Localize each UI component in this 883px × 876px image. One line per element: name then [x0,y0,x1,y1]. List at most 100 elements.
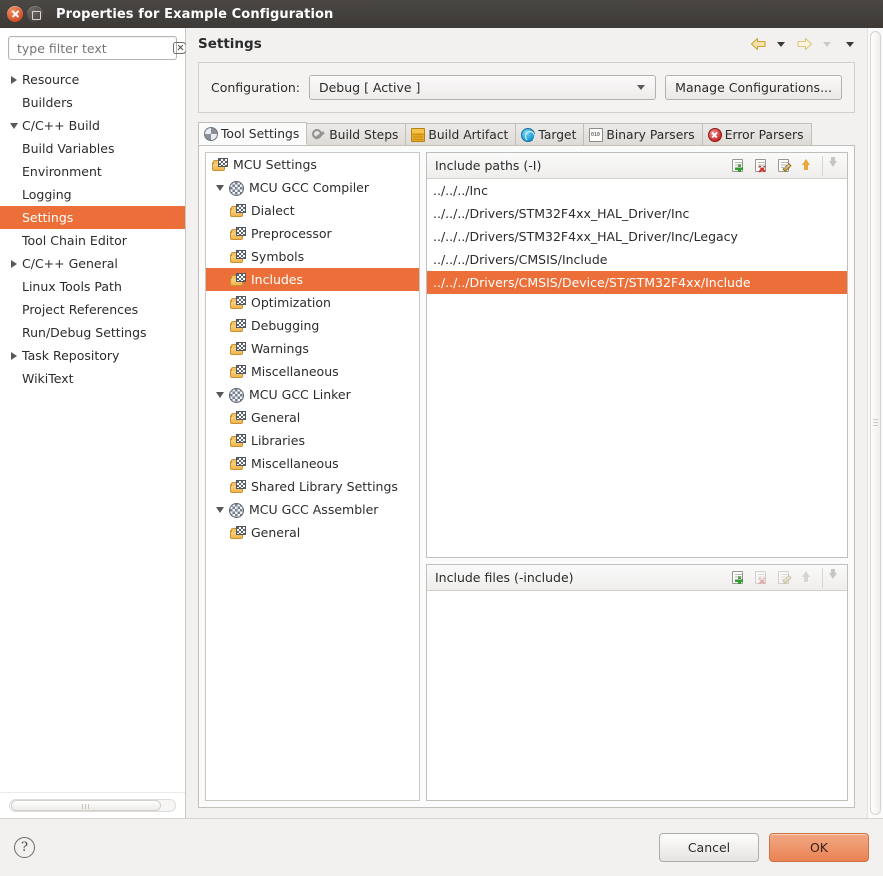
tab-binary-parsers[interactable]: Binary Parsers [583,123,703,145]
tool-tree-item-label: Dialect [251,203,295,218]
move-file-up-button [796,568,817,588]
tab-target[interactable]: Target [515,123,585,145]
sidebar-item-tool-chain-editor[interactable]: Tool Chain Editor [0,229,185,252]
include-path-row[interactable]: ../../../Drivers/STM32F4xx_HAL_Driver/In… [427,225,847,248]
cancel-button[interactable]: Cancel [659,833,759,862]
help-icon[interactable]: ? [14,837,35,858]
sidebar-item-c-c-general[interactable]: C/C++ General [0,252,185,275]
edit-path-button[interactable] [773,156,794,176]
search-input[interactable] [17,40,173,56]
forward-history-dropdown[interactable] [816,33,838,55]
include-paths-list[interactable]: ../../../Inc ../../../Drivers/STM32F4xx_H… [427,179,847,558]
tool-tree-item-optimization[interactable]: Optimization [206,291,419,314]
delete-path-button[interactable] [750,156,771,176]
tool-tree-item-includes[interactable]: Includes [206,268,419,291]
sidebar-item-build-variables[interactable]: Build Variables [0,137,185,160]
sidebar-item-run-debug-settings[interactable]: Run/Debug Settings [0,321,185,344]
back-button[interactable] [747,33,769,55]
sidebar-item-linux-tools-path[interactable]: Linux Tools Path [0,275,185,298]
include-path-row[interactable]: ../../../Drivers/CMSIS/Include [427,248,847,271]
sidebar-item-task-repository[interactable]: Task Repository [0,344,185,367]
sidebar-item-c-c-build[interactable]: C/C++ Build [0,114,185,137]
chevron-down-icon [846,41,854,47]
tool-tree-item-dialect[interactable]: Dialect [206,199,419,222]
pane-spacer [186,808,867,818]
chevron-down-icon[interactable] [212,391,228,398]
properties-tree[interactable]: Resource Builders C/C++ Build Build Variabl… [0,66,185,792]
ok-button[interactable]: OK [769,833,869,862]
tool-tree-item-symbols[interactable]: Symbols [206,245,419,268]
nav-horizontal-scrollbar[interactable] [0,792,185,818]
sphere-icon [228,502,244,518]
chevron-down-icon[interactable] [6,122,22,129]
move-path-up-button[interactable] [796,156,817,176]
sidebar-item-project-references[interactable]: Project References [0,298,185,321]
tool-tree-item-general[interactable]: General [206,406,419,429]
tool-tree-item-mcu-gcc-assembler[interactable]: MCU GCC Assembler [206,498,419,521]
configuration-select[interactable]: Debug [ Active ] [308,75,657,100]
tab-build-artifact[interactable]: Build Artifact [405,123,517,145]
back-history-dropdown[interactable] [770,33,792,55]
sidebar-item-settings[interactable]: Settings [0,206,185,229]
delete-file-button [750,568,771,588]
tool-tree-item-shared-library-settings[interactable]: Shared Library Settings [206,475,419,498]
tool-tree-item-miscellaneous[interactable]: Miscellaneous [206,452,419,475]
tool-tree-item-mcu-gcc-linker[interactable]: MCU GCC Linker [206,383,419,406]
tool-tree-item-label: General [251,410,301,425]
tool-tree-item-mcu-gcc-compiler[interactable]: MCU GCC Compiler [206,176,419,199]
filter-area [0,28,188,66]
chevron-down-icon[interactable] [212,506,228,513]
manage-configurations-button[interactable]: Manage Configurations... [665,75,842,100]
forward-button[interactable] [793,33,815,55]
folder-flag-icon [212,157,228,172]
page-title: Settings [198,36,262,52]
chevron-right-icon[interactable] [6,75,22,84]
include-paths-header: Include paths (-I) [427,153,847,179]
chevron-right-icon[interactable] [6,351,22,360]
tool-tree-item-label: Symbols [251,249,305,264]
sidebar-item-logging[interactable]: Logging [0,183,185,206]
include-path-row[interactable]: ../../../Inc [427,179,847,202]
include-path-row[interactable]: ../../../Drivers/CMSIS/Device/ST/STM32F4… [427,271,847,294]
view-menu-button[interactable] [839,33,861,55]
tab-tool-settings[interactable]: Tool Settings [198,122,308,145]
window-close-button[interactable] [7,6,23,22]
tab-error-parsers[interactable]: Error Parsers [701,123,812,145]
include-files-toolbar[interactable] [727,567,843,588]
include-files-list[interactable] [427,591,847,800]
tab-label: Binary Parsers [606,127,695,142]
settings-tabs[interactable]: Tool Settings Build Steps Build Artifact Ta… [198,122,855,146]
folder-flag-icon [230,364,246,379]
sidebar-item-builders[interactable]: Builders [0,91,185,114]
tool-settings-tree[interactable]: MCU Settings MCU GCC Compiler Dialect Prepr… [205,152,420,801]
filter-box[interactable] [8,36,188,60]
tab-label: Error Parsers [724,127,804,142]
include-path-row[interactable]: ../../../Drivers/STM32F4xx_HAL_Driver/In… [427,202,847,225]
window-maximize-button[interactable] [27,6,43,22]
scrollbar-track[interactable] [9,799,176,812]
tool-tree-item-preprocessor[interactable]: Preprocessor [206,222,419,245]
add-path-button[interactable] [727,156,748,176]
tab-build-steps[interactable]: Build Steps [306,123,407,145]
sidebar-item-label: Logging [22,187,72,202]
scrollbar-thumb[interactable] [11,800,161,811]
configuration-panel: Configuration: Debug [ Active ] Manage C… [198,62,855,113]
sidebar-item-wikitext[interactable]: WikiText [0,367,185,390]
tool-tree-item-miscellaneous[interactable]: Miscellaneous [206,360,419,383]
tool-tree-item-general[interactable]: General [206,521,419,544]
tool-tree-item-label: Warnings [251,341,309,356]
include-paths-toolbar[interactable] [727,155,843,176]
tool-tree-item-debugging[interactable]: Debugging [206,314,419,337]
include-paths-group: Include paths (-I) ../../../Inc ../../../… [426,152,848,559]
scrollbar-thumb[interactable] [870,31,881,815]
sidebar-item-environment[interactable]: Environment [0,160,185,183]
chevron-right-icon[interactable] [6,259,22,268]
dialog-vertical-scrollbar[interactable] [867,28,883,818]
tool-tree-item-warnings[interactable]: Warnings [206,337,419,360]
chevron-down-icon [637,85,646,90]
tool-tree-item-mcu-settings[interactable]: MCU Settings [206,153,419,176]
tool-tree-item-libraries[interactable]: Libraries [206,429,419,452]
chevron-down-icon[interactable] [212,184,228,191]
add-file-button[interactable] [727,568,748,588]
sidebar-item-resource[interactable]: Resource [0,68,185,91]
